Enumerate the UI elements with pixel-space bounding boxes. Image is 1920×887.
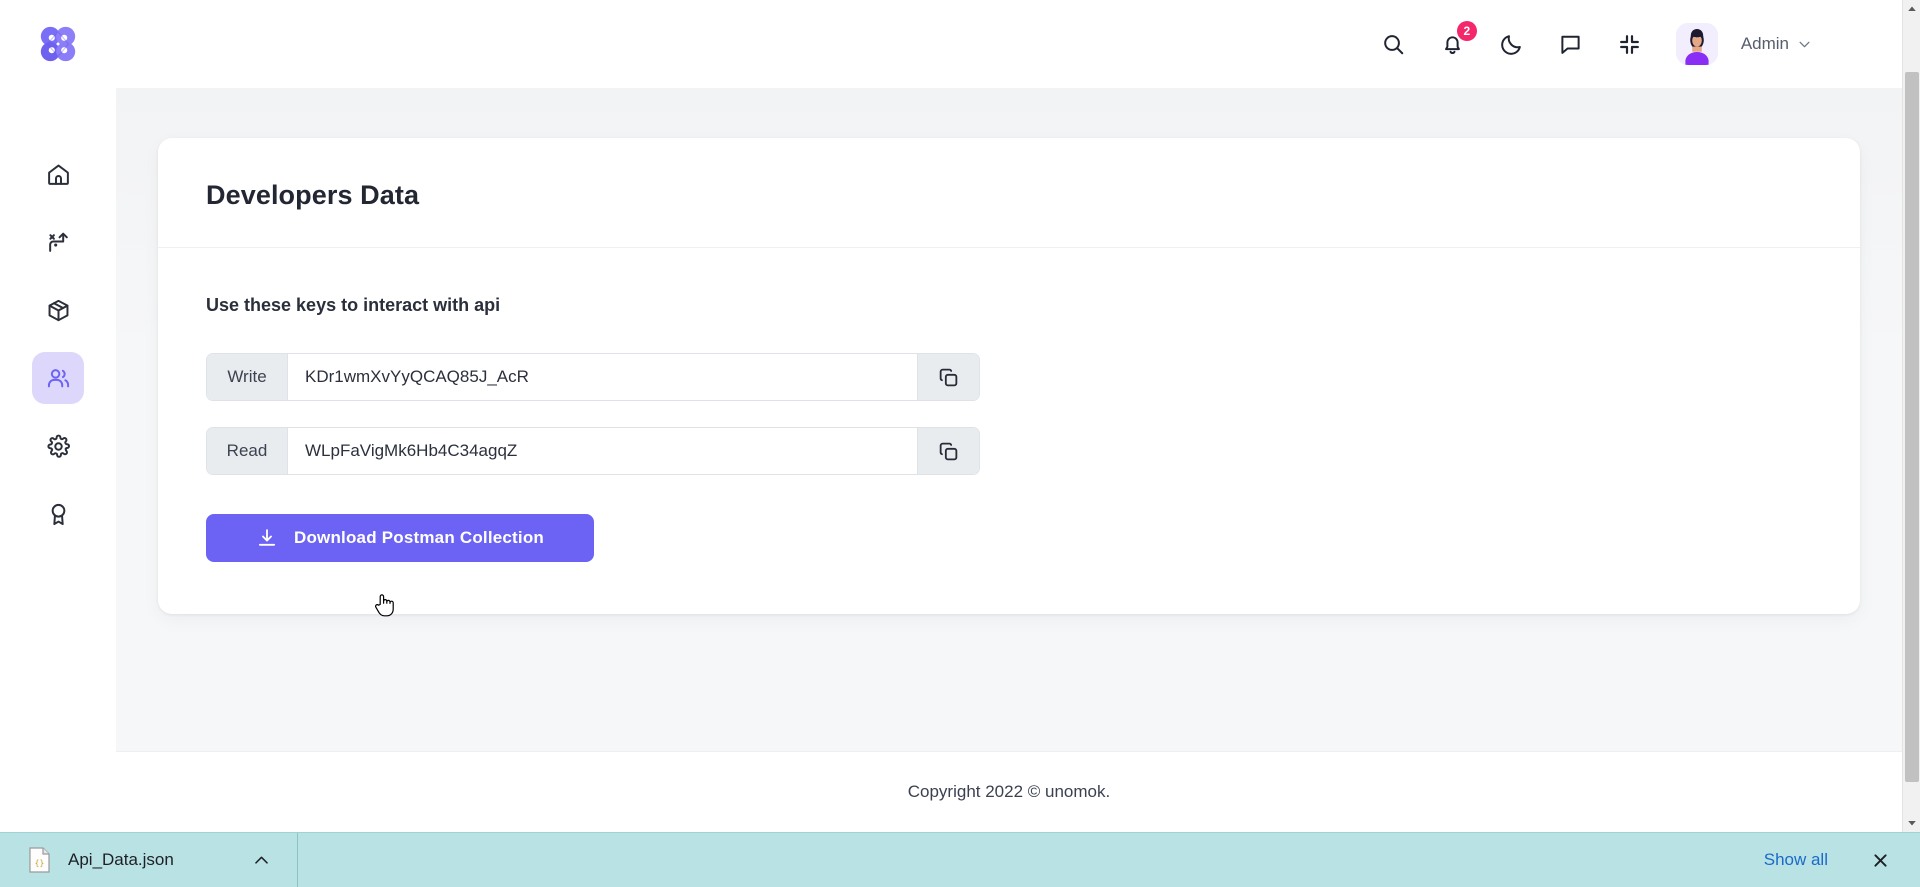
notifications-button[interactable]: 2 [1438,29,1468,59]
card-body: Use these keys to interact with api Writ… [158,248,1860,614]
vertical-scrollbar[interactable] [1902,0,1920,832]
api-key-row-read: Read [206,427,980,475]
home-icon [46,162,71,187]
collapse-icon [1617,32,1642,57]
chat-icon [1558,32,1583,57]
scrollbar-thumb[interactable] [1905,72,1919,782]
sidebar-item-users[interactable] [32,352,84,404]
download-bar-actions: Show all [1750,841,1920,879]
scrollbar-up-button[interactable] [1903,0,1920,18]
sidebar [0,0,116,832]
user-menu[interactable]: Admin [1741,34,1812,54]
gear-icon [46,434,71,459]
strategy-icon [46,230,71,255]
read-key-input[interactable] [288,428,917,474]
sidebar-item-strategy[interactable] [32,216,84,268]
download-bar: {} Api_Data.json Show all [0,832,1920,887]
download-button-label: Download Postman Collection [294,528,544,548]
top-header: 2 [116,0,1902,88]
dark-mode-toggle[interactable] [1497,29,1527,59]
download-bar-divider [297,833,298,887]
key-label-write: Write [207,354,288,400]
messages-button[interactable] [1556,29,1586,59]
svg-text:{}: {} [34,859,44,868]
card-header: Developers Data [158,138,1860,248]
notification-badge: 2 [1457,21,1477,41]
copy-icon [937,440,960,463]
sidebar-item-settings[interactable] [32,420,84,472]
header-actions: 2 [1379,23,1812,65]
avatar[interactable] [1676,23,1718,65]
main-content: Developers Data Use these keys to intera… [116,88,1902,751]
clover-logo-icon [37,23,79,65]
package-icon [46,298,71,323]
download-file-name: Api_Data.json [68,850,174,870]
users-icon [46,366,71,391]
copy-read-key-button[interactable] [917,428,979,474]
close-icon[interactable] [1868,848,1892,872]
json-file-icon: {} [28,847,50,873]
moon-icon [1499,32,1524,57]
copy-icon [937,366,960,389]
write-key-input[interactable] [288,354,917,400]
award-icon [46,502,71,527]
collapse-screen-button[interactable] [1615,29,1645,59]
app-logo[interactable] [0,0,116,88]
app-root: 2 [0,0,1920,887]
show-all-downloads-link[interactable]: Show all [1750,841,1842,879]
chevron-down-icon [1797,37,1812,52]
keys-subtitle: Use these keys to interact with api [206,295,1812,316]
scrollbar-down-button[interactable] [1903,814,1920,832]
caret-up-icon [1907,4,1917,14]
download-postman-collection-button[interactable]: Download Postman Collection [206,514,594,562]
key-label-read: Read [207,428,288,474]
developers-data-card: Developers Data Use these keys to intera… [158,138,1860,614]
user-name: Admin [1741,34,1789,54]
copyright-text: Copyright 2022 © unomok. [908,782,1110,802]
api-key-row-write: Write [206,353,980,401]
sidebar-item-home[interactable] [32,148,84,200]
page-title: Developers Data [206,180,1812,211]
download-icon [256,527,278,549]
search-icon [1381,32,1406,57]
sidebar-item-award[interactable] [32,488,84,540]
download-item[interactable]: {} Api_Data.json [0,833,297,887]
caret-down-icon [1907,818,1917,828]
sidebar-item-package[interactable] [32,284,84,336]
chevron-up-icon[interactable] [252,851,271,870]
search-button[interactable] [1379,29,1409,59]
sidebar-nav [0,148,116,540]
user-avatar [1676,23,1718,65]
page-footer: Copyright 2022 © unomok. [116,751,1902,832]
copy-write-key-button[interactable] [917,354,979,400]
